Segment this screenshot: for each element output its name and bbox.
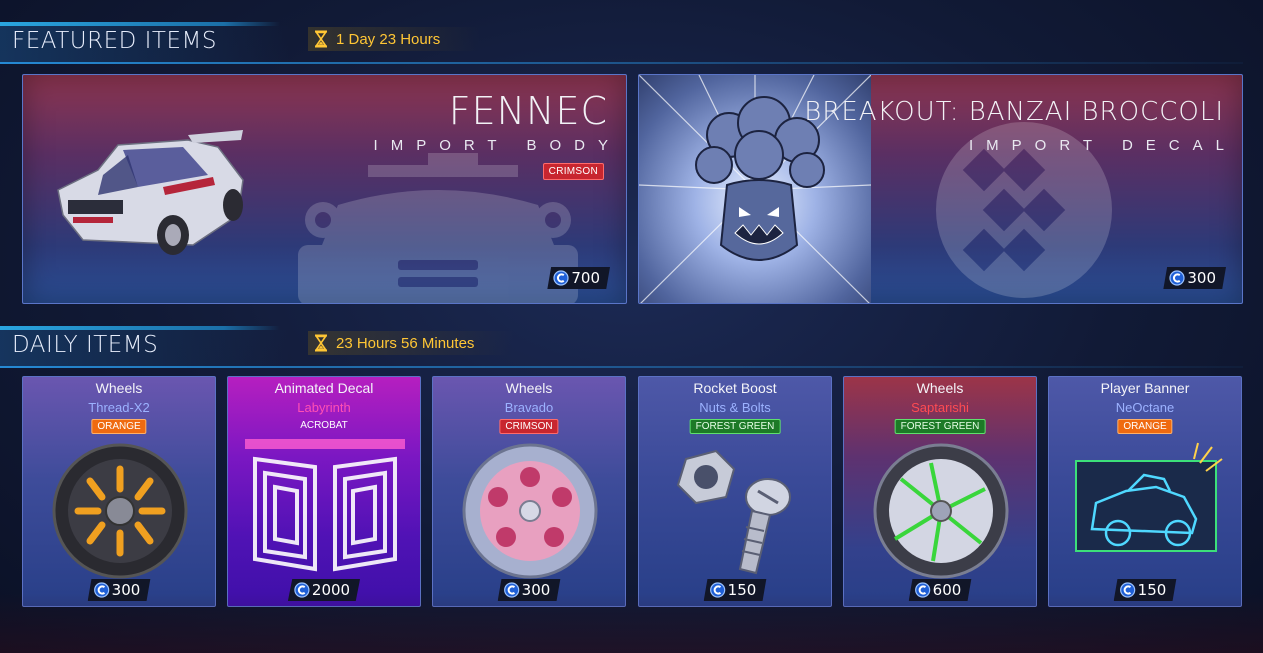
paint-badge: CRIMSON (542, 163, 604, 180)
featured-item-type: IMPORT BODY (373, 137, 621, 154)
paint-badge: FOREST GREEN (689, 419, 781, 434)
daily-section-header: DAILY ITEMS 23 Hours 56 Minutes (0, 326, 1263, 368)
price-tag: 2000 (287, 579, 361, 601)
price-value: 2000 (311, 581, 351, 599)
hourglass-icon (314, 30, 328, 48)
featured-title: FEATURED ITEMS (12, 28, 217, 54)
item-type: Player Banner (1100, 380, 1190, 396)
credits-icon (504, 582, 520, 598)
featured-card-fennec[interactable]: FENNEC IMPORT BODY CRIMSON 700 (22, 74, 627, 304)
price-tag: 700 (547, 267, 610, 289)
item-type: Wheels (916, 380, 964, 396)
daily-card-saptarishi[interactable]: Wheels Saptarishi FOREST GREEN 600 (843, 376, 1037, 607)
featured-item-type: IMPORT DECAL (969, 137, 1237, 154)
credits-icon (710, 582, 726, 598)
price-value: 300 (1187, 269, 1216, 287)
featured-section-header: FEATURED ITEMS 1 Day 23 Hours (0, 22, 1263, 64)
price-tag: 150 (1113, 579, 1177, 601)
paint-badge: FOREST GREEN (894, 419, 986, 434)
price-tag: 300 (1163, 267, 1226, 289)
price-value: 300 (521, 581, 551, 599)
item-type: Wheels (505, 380, 553, 396)
price-value: 600 (932, 581, 962, 599)
daily-card-neoctane[interactable]: Player Banner NeOctane ORANGE 150 (1048, 376, 1242, 607)
daily-card-bravado[interactable]: Wheels Bravado CRIMSON 300 (432, 376, 626, 607)
credits-icon (915, 582, 931, 598)
wheel-image (52, 443, 188, 579)
daily-card-thread-x2[interactable]: Wheels Thread-X2 ORANGE 300 (22, 376, 216, 607)
item-name: Bravado (504, 400, 554, 415)
featured-item-name: FENNEC (448, 89, 608, 133)
price-value: 700 (571, 269, 600, 287)
header-accent (0, 22, 280, 26)
daily-timer: 23 Hours 56 Minutes (308, 331, 515, 355)
daily-timer-text: 23 Hours 56 Minutes (336, 334, 475, 352)
item-name: Labyrinth (297, 400, 351, 415)
paint-badge: ORANGE (91, 419, 147, 434)
item-name: NeOctane (1115, 400, 1175, 415)
neon-banner-image (1075, 442, 1223, 552)
item-name: Saptarishi (911, 400, 969, 415)
header-divider (0, 366, 1243, 368)
item-name: Nuts & Bolts (699, 400, 771, 415)
featured-timer: 1 Day 23 Hours (308, 27, 481, 51)
featured-card-breakout[interactable]: BREAKOUT: BANZAI BROCCOLI IMPORT DECAL 3… (638, 74, 1243, 304)
labyrinth-decal-image (245, 439, 405, 572)
featured-item-name: BREAKOUT: BANZAI BROCCOLI (804, 97, 1224, 127)
wheel-image (873, 443, 1009, 579)
fennec-car-image (57, 130, 244, 255)
item-type: Wheels (95, 380, 143, 396)
credits-icon (294, 582, 310, 598)
daily-card-nuts-bolts[interactable]: Rocket Boost Nuts & Bolts FOREST GREEN 1… (638, 376, 832, 607)
daily-card-labyrinth[interactable]: Animated Decal Labyrinth ACROBAT 2000 (227, 376, 421, 607)
price-tag: 300 (497, 579, 561, 601)
daily-title: DAILY ITEMS (12, 332, 159, 358)
price-tag: 150 (703, 579, 767, 601)
header-accent (0, 326, 280, 330)
credits-icon (1120, 582, 1136, 598)
item-type: Rocket Boost (693, 380, 777, 396)
credits-icon (1169, 270, 1185, 286)
paint-badge: ORANGE (1117, 419, 1173, 434)
credits-icon (553, 270, 569, 286)
hourglass-icon (314, 334, 328, 352)
price-value: 150 (727, 581, 757, 599)
price-tag: 300 (87, 579, 151, 601)
header-divider (0, 62, 1243, 64)
credits-icon (94, 582, 110, 598)
featured-timer-text: 1 Day 23 Hours (336, 30, 441, 48)
item-type: Animated Decal (274, 380, 374, 396)
paint-badge: ACROBAT (300, 420, 348, 431)
price-value: 150 (1137, 581, 1167, 599)
nuts-bolts-image (676, 449, 791, 575)
item-name: Thread-X2 (88, 400, 150, 415)
price-tag: 600 (908, 579, 972, 601)
price-value: 300 (111, 581, 141, 599)
paint-badge: CRIMSON (499, 419, 559, 434)
wheel-image (462, 443, 598, 579)
